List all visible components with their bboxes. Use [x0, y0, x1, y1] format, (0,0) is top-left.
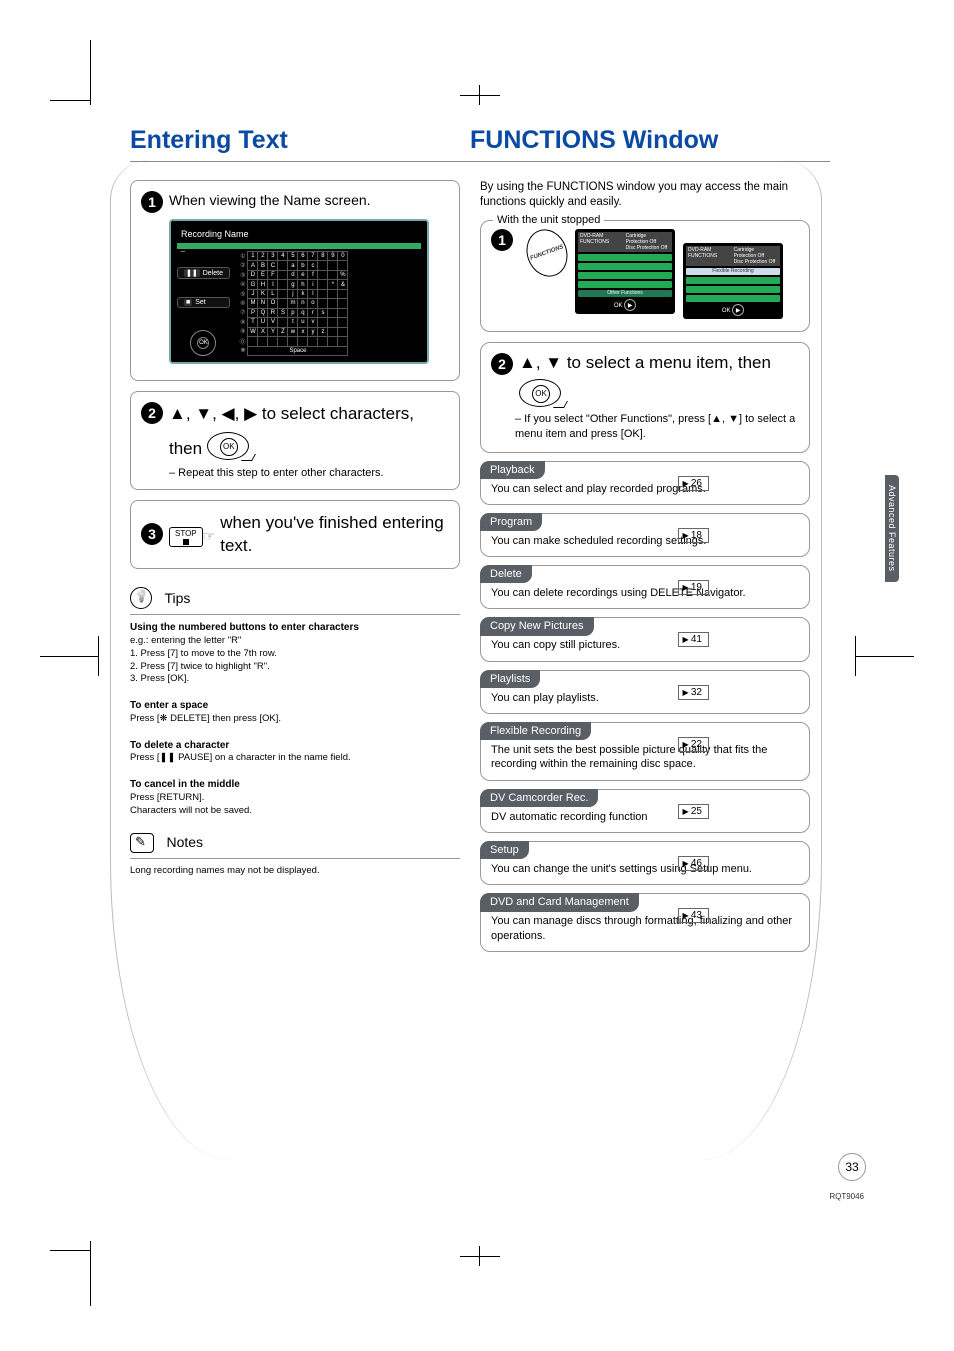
step2-box: 2 ▲, ▼, ◀, ▶ to select characters, then …	[130, 391, 460, 490]
func-item-setup: Setup 46 You can change the unit's setti…	[480, 841, 810, 885]
stop-button-icon: STOP	[169, 527, 203, 547]
onscreen-set-button: ■Set	[177, 297, 230, 308]
step2-sub: – Repeat this step to enter other charac…	[169, 467, 449, 479]
right-step2-text: ▲, ▼ to select a menu item, then OK	[519, 353, 799, 406]
page-ref: 25	[678, 804, 710, 819]
step-1-badge: 1	[141, 191, 163, 213]
page-ref: 32	[678, 685, 710, 700]
ok-button-icon: OK	[519, 379, 561, 407]
ok-button-icon: OK	[207, 432, 249, 460]
notes-body: Long recording names may not be displaye…	[130, 865, 460, 878]
step1-text: When viewing the Name screen.	[169, 191, 371, 211]
tips-icon	[130, 587, 152, 609]
func-item-dvd-card-management: DVD and Card Management 43 You can manag…	[480, 893, 810, 952]
func-item-copy-new-pictures: Copy New Pictures 41 You can copy still …	[480, 617, 810, 661]
func-item-dv-camcorder-rec: DV Camcorder Rec. 25 DV automatic record…	[480, 789, 810, 833]
right-step1-label: With the unit stopped	[493, 214, 604, 226]
onscreen-delete-button: ❚❚Delete	[177, 267, 230, 279]
heading-functions-window: FUNCTIONS Window	[470, 126, 718, 155]
page-ref: 46	[678, 856, 710, 871]
char-grid: ①1234567890 ②ABCabc ③DEFdef% ④GHIghi*& ⑤…	[238, 251, 349, 356]
onscreen-ok-ring: OK	[190, 330, 216, 356]
pointing-hand-icon	[203, 528, 221, 544]
step2-text: ▲, ▼, ◀, ▶ to select characters, then OK	[169, 402, 449, 461]
heading-entering-text: Entering Text	[130, 126, 470, 155]
functions-button-icon: FUNCTIONS	[520, 223, 574, 282]
right-intro: By using the FUNCTIONS window you may ac…	[480, 180, 810, 210]
func-item-delete: Delete 19 You can delete recordings usin…	[480, 565, 810, 609]
step3-text: when you've finished entering text.	[220, 511, 449, 559]
tips-heading: Tips	[164, 590, 190, 606]
right-step-2-badge: 2	[491, 353, 513, 375]
func-item-playlists: Playlists 32 You can play playlists.	[480, 670, 810, 714]
functions-screen-2: DVD-RAM FUNCTIONSCartridge Protection Of…	[683, 243, 783, 319]
func-item-playback: Playback 26 You can select and play reco…	[480, 461, 810, 505]
page-ref: 43	[678, 908, 710, 923]
page-ref: 41	[678, 632, 710, 647]
page-ref: 26	[678, 476, 710, 491]
func-item-program: Program 18 You can make scheduled record…	[480, 513, 810, 557]
screen-title: Recording Name	[177, 227, 421, 241]
right-step2-box: 2 ▲, ▼ to select a menu item, then OK – …	[480, 342, 810, 453]
tips-body: Using the numbered buttons to enter char…	[130, 621, 460, 817]
side-tab-advanced-features: Advanced Features	[885, 475, 899, 582]
functions-screen-1: DVD-RAM FUNCTIONSCartridge Protection Of…	[575, 229, 675, 314]
step-3-badge: 3	[141, 523, 163, 545]
step1-box: 1 When viewing the Name screen. Recordin…	[130, 180, 460, 381]
foot-code: RQT9046	[829, 1192, 864, 1201]
step-2-badge: 2	[141, 402, 163, 424]
page-ref: 22	[678, 737, 710, 752]
right-step1-box: With the unit stopped 1 FUNCTIONS DVD-RA…	[480, 220, 810, 332]
right-step2-sub: – If you select "Other Functions", press…	[515, 412, 799, 442]
notes-heading: Notes	[166, 834, 203, 850]
right-step-1-badge: 1	[491, 229, 513, 251]
page-number: 33	[838, 1153, 866, 1181]
page-ref: 18	[678, 528, 710, 543]
page-ref: 19	[678, 580, 710, 595]
func-item-flexible-recording: Flexible Recording 22 The unit sets the …	[480, 722, 810, 781]
step3-box: 3 STOP when you've finished entering tex…	[130, 500, 460, 570]
notes-icon	[130, 833, 154, 853]
